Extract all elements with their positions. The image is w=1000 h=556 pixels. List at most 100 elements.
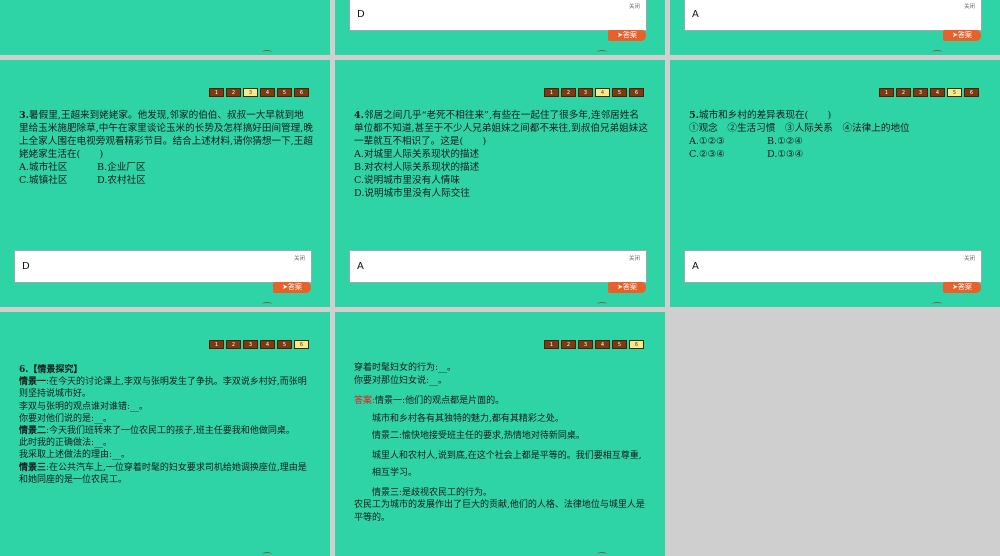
option-b[interactable]: B.①②④: [767, 135, 845, 148]
slide-top-right: 关闭 A ➤答案: [670, 0, 1000, 55]
slide-q4: 1 2 3 4 5 6 4.邻居之间几乎“老死不相往来”,有些在一起住了很多年,…: [335, 60, 665, 307]
question-5: 5.城市和乡村的差异表现在( ) ①观念 ②生活习惯 ③人际关系 ④法律上的地位…: [689, 109, 983, 161]
slide-q6-answer: 1 2 3 4 5 6 穿着时髦妇女的行为:__。 你要对那位妇女说:__。 答…: [335, 312, 665, 556]
page-4-button[interactable]: 4: [595, 340, 610, 349]
slide-mark: [262, 50, 272, 54]
option-d[interactable]: D.说明城市里没有人际交往: [354, 187, 648, 200]
answer-value: A: [692, 9, 699, 20]
question-title: 【情景探究】: [28, 365, 83, 375]
slide-q5: 1 2 3 4 5 6 5.城市和乡村的差异表现在( ) ①观念 ②生活习惯 ③…: [670, 60, 1000, 307]
page-2-button[interactable]: 2: [561, 88, 576, 97]
page-2-button[interactable]: 2: [561, 340, 576, 349]
slide-top-middle: 关闭 D ➤答案: [335, 0, 665, 55]
option-d[interactable]: D.农村社区: [97, 174, 175, 187]
slide-mark: [932, 302, 942, 306]
woman-advice-question: 你要对那位妇女说:__。: [354, 375, 448, 386]
page-1-button[interactable]: 1: [544, 88, 559, 97]
page-1-button[interactable]: 1: [879, 88, 894, 97]
question-text: 暑假里,王超来到姥姥家。他发现,邻家的伯伯、叔叔一大早就到地里给玉米施肥除草,中…: [19, 110, 313, 160]
answer-button[interactable]: ➤答案: [608, 30, 646, 41]
question-text: 邻居之间几乎“老死不相往来”,有些在一起住了很多年,连邻居姓名单位都不知道,甚至…: [354, 110, 648, 147]
page-3-button[interactable]: 3: [578, 340, 593, 349]
answer-box: 关闭 D: [349, 0, 647, 31]
page-1-button[interactable]: 1: [209, 88, 224, 97]
close-link[interactable]: 关闭: [964, 254, 975, 262]
answer-box: 关闭 D: [14, 250, 312, 283]
question-items: ①观念 ②生活习惯 ③人际关系 ④法律上的地位: [689, 123, 910, 134]
page-3-button[interactable]: 3: [243, 340, 258, 349]
slide-q3: 1 2 3 4 5 6 3.暑假里,王超来到姥姥家。他发现,邻家的伯伯、叔叔一大…: [0, 60, 330, 307]
page-5-button[interactable]: 5: [612, 340, 627, 349]
answer-box: 关闭 A: [684, 250, 982, 283]
question-number: 4.: [354, 110, 365, 121]
slide-2-bottom: [0, 0, 330, 55]
answer-button[interactable]: ➤答案: [273, 282, 311, 293]
question-number: 6.: [19, 365, 29, 375]
page-4-button[interactable]: 4: [260, 88, 275, 97]
close-link[interactable]: 关闭: [629, 254, 640, 262]
page-5-button[interactable]: 5: [277, 88, 292, 97]
page-3-button[interactable]: 3: [578, 88, 593, 97]
page-4-button[interactable]: 4: [260, 340, 275, 349]
scenario-2-question-2: 我采取上述做法的理由:__。: [19, 450, 131, 461]
close-link[interactable]: 关闭: [629, 2, 640, 10]
slide-mark: [262, 552, 272, 556]
answer-2: 城市和乡村各有其独特的魅力,都有其精彩之处。: [372, 413, 564, 424]
scenario-1-question-1: 李双与张明的观点谁对谁错:__。: [19, 401, 149, 412]
slide-q6: 1 2 3 4 5 6 6.【情景探究】 情景一:在今天的讨论课上,李双与张明发…: [0, 312, 330, 556]
close-link[interactable]: 关闭: [294, 254, 305, 262]
answer-1: 情景一:他们的观点都是片面的。: [375, 396, 505, 406]
page-2-button[interactable]: 2: [226, 88, 241, 97]
page-1-button[interactable]: 1: [544, 340, 559, 349]
page-4-button[interactable]: 4: [595, 88, 610, 97]
page-6-button[interactable]: 6: [629, 88, 644, 97]
slide-mark: [262, 302, 272, 306]
page-nav: 1 2 3 4 5 6: [544, 340, 644, 349]
question-6-continued: 穿着时髦妇女的行为:__。 你要对那位妇女说:__。 答案:情景一:他们的观点都…: [354, 362, 650, 524]
answer-button[interactable]: ➤答案: [943, 30, 981, 41]
option-a[interactable]: A.对城里人际关系现状的描述: [354, 148, 648, 161]
answer-3: 情景二:愉快地接受班主任的要求,热情地对待新同桌。: [372, 431, 585, 441]
question-number: 5.: [689, 110, 700, 121]
page-6-button[interactable]: 6: [964, 88, 979, 97]
answer-value: D: [357, 9, 365, 20]
page-3-button[interactable]: 3: [913, 88, 928, 97]
slide-mark: [932, 50, 942, 54]
answer-4: 城里人和农村人,说到底,在这个社会上都是平等的。我们要相互尊重,相互学习。: [372, 450, 642, 478]
close-link[interactable]: 关闭: [964, 2, 975, 10]
scenario-2-question-1: 此时我的正确做法:__。: [19, 438, 113, 449]
scenario-1-question-2: 你要对他们说的是:__。: [19, 413, 113, 424]
page-1-button[interactable]: 1: [209, 340, 224, 349]
page-nav: 1 2 3 4 5 6: [879, 88, 979, 97]
answer-label: 答案:: [354, 396, 376, 406]
option-c[interactable]: C.说明城市里没有人情味: [354, 174, 648, 187]
question-6: 6.【情景探究】 情景一:在今天的讨论课上,李双与张明发生了争执。李双说乡村好,…: [19, 364, 313, 486]
scenario-2-label: 情景二: [19, 426, 47, 437]
page-nav: 1 2 3 4 5 6: [209, 340, 309, 349]
page-5-button[interactable]: 5: [947, 88, 962, 97]
option-b[interactable]: B.对农村人际关系现状的描述: [354, 161, 648, 174]
page-5-button[interactable]: 5: [612, 88, 627, 97]
page-nav: 1 2 3 4 5 6: [209, 88, 309, 97]
option-c[interactable]: C.城镇社区: [19, 174, 97, 187]
page-3-button[interactable]: 3: [243, 88, 258, 97]
answer-value: D: [22, 261, 30, 272]
option-d[interactable]: D.①③④: [767, 148, 845, 161]
answer-value: A: [692, 261, 699, 272]
page-2-button[interactable]: 2: [896, 88, 911, 97]
question-4: 4.邻居之间几乎“老死不相往来”,有些在一起住了很多年,连邻居姓名单位都不知道,…: [354, 109, 648, 200]
option-b[interactable]: B.企业厂区: [97, 161, 175, 174]
woman-behavior-question: 穿着时髦妇女的行为:__。: [354, 363, 457, 373]
option-c[interactable]: C.②③④: [689, 148, 767, 161]
page-6-button[interactable]: 6: [629, 340, 644, 349]
option-a[interactable]: A.城市社区: [19, 161, 97, 174]
scenario-2-text: :今天我们班转来了一位农民工的孩子,班主任要我和他做同桌。: [46, 426, 295, 437]
answer-button[interactable]: ➤答案: [943, 282, 981, 293]
option-a[interactable]: A.①②③: [689, 135, 767, 148]
page-6-button[interactable]: 6: [294, 340, 309, 349]
page-2-button[interactable]: 2: [226, 340, 241, 349]
page-5-button[interactable]: 5: [277, 340, 292, 349]
page-6-button[interactable]: 6: [294, 88, 309, 97]
answer-button[interactable]: ➤答案: [608, 282, 646, 293]
page-4-button[interactable]: 4: [930, 88, 945, 97]
